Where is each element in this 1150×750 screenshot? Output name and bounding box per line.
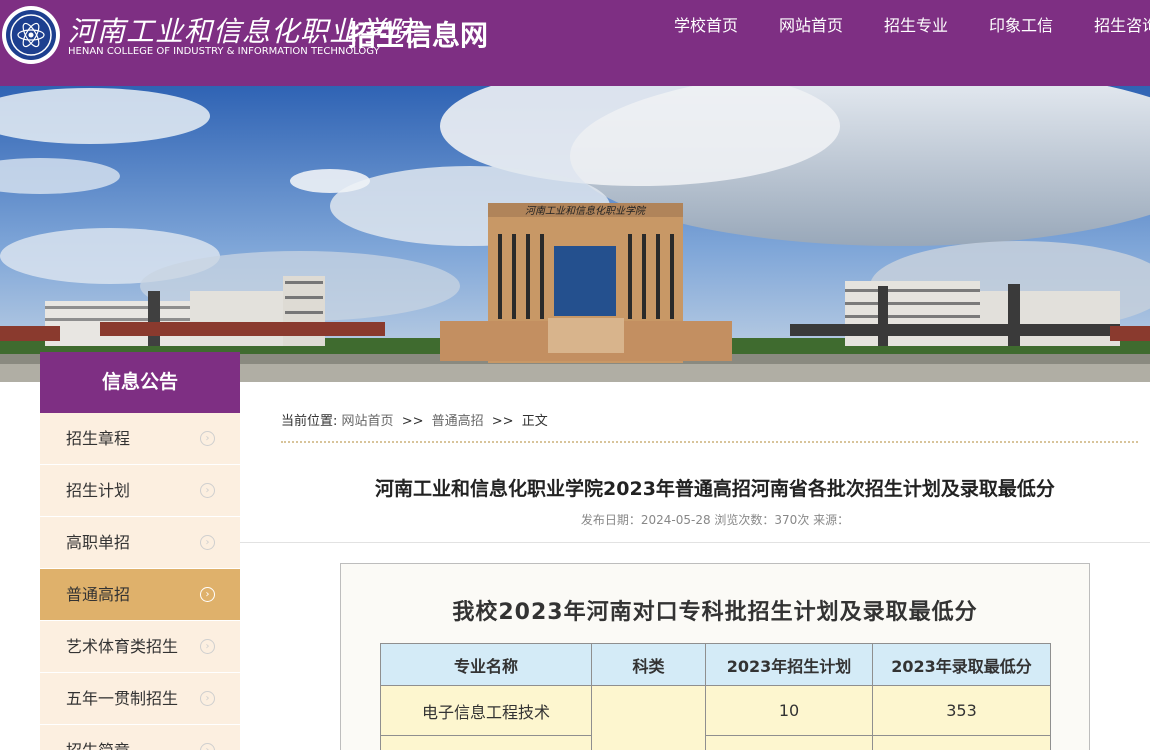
table-cell-major: 电子信息工程技术 <box>380 685 592 736</box>
sidebar-item-label: 招生简章 <box>66 741 130 750</box>
table-cell-plan <box>705 735 873 750</box>
sidebar-item-label: 艺术体育类招生 <box>66 637 179 656</box>
table-cell-plan: 10 <box>705 685 873 736</box>
admission-table-image: 我校2023年河南对口专科批招生计划及录取最低分 专业名称 科类 2023年招生… <box>340 563 1090 750</box>
table-header-min-score: 2023年录取最低分 <box>872 643 1051 686</box>
nav-site-home[interactable]: 网站首页 <box>779 12 843 35</box>
nav-consult[interactable]: 招生咨询 <box>1094 12 1150 35</box>
table-cell-min-score <box>872 735 1051 750</box>
sidebar-item-plan[interactable]: 招生计划 › <box>40 465 240 517</box>
sidebar-item-label: 高职单招 <box>66 533 131 552</box>
breadcrumb: 当前位置: 网站首页 >> 普通高招 >> 正文 <box>281 410 548 429</box>
breadcrumb-current: 正文 <box>521 414 548 429</box>
campus-banner-image: 河南工业和信息化职业学院 <box>0 86 1150 382</box>
table-cell-major <box>380 735 592 750</box>
table-header-row: 专业名称 科类 2023年招生计划 2023年录取最低分 <box>380 643 1051 686</box>
table-row <box>380 735 1051 750</box>
table-header-major: 专业名称 <box>380 643 592 686</box>
breadcrumb-separator: >> <box>401 414 424 429</box>
score-table: 专业名称 科类 2023年招生计划 2023年录取最低分 电子信息工程技术 10… <box>380 643 1051 750</box>
sidebar-item-label: 普通高招 <box>66 585 131 604</box>
site-header: 河南工业和信息化职业学院 HENAN COLLEGE OF INDUSTRY &… <box>0 0 1150 86</box>
article-divider <box>240 542 1150 543</box>
breadcrumb-home-link[interactable]: 网站首页 <box>342 414 394 429</box>
nav-impression[interactable]: 印象工信 <box>989 12 1053 35</box>
table-title: 我校2023年河南对口专科批招生计划及录取最低分 <box>452 600 978 625</box>
sidebar-item-art-sports[interactable]: 艺术体育类招生 › <box>40 621 240 673</box>
circle-chevron-right-icon: › <box>200 743 215 750</box>
circle-chevron-right-icon: › <box>200 587 215 602</box>
sidebar: 信息公告 招生章程 › 招生计划 › 高职单招 › 普通高招 › 艺术体育类招生… <box>40 352 240 750</box>
table-row: 电子信息工程技术 10 353 <box>380 685 1051 750</box>
circle-chevron-right-icon: › <box>200 691 215 706</box>
sidebar-item-label: 五年一贯制招生 <box>66 689 179 708</box>
breadcrumb-prefix: 当前位置: <box>281 414 338 429</box>
article-meta: 发布日期：2024-05-28 浏览次数：370次 来源： <box>580 513 850 527</box>
sidebar-item-five-year[interactable]: 五年一贯制招生 › <box>40 673 240 725</box>
table-cell-category <box>591 685 706 750</box>
nav-school-home[interactable]: 学校首页 <box>674 12 738 35</box>
article-title: 河南工业和信息化职业学院2023年普通高招河南省各批次招生计划及录取最低分 <box>375 478 1055 500</box>
circle-chevron-right-icon: › <box>200 431 215 446</box>
sidebar-item-label: 招生计划 <box>66 481 131 500</box>
sidebar-item-single-exam[interactable]: 高职单招 › <box>40 517 240 569</box>
main-nav: 学校首页 网站首页 招生专业 印象工信 招生咨询 <box>674 12 1150 35</box>
table-header-category: 科类 <box>591 643 706 686</box>
table-cell-min-score: 353 <box>872 685 1051 736</box>
circle-chevron-right-icon: › <box>200 483 215 498</box>
logo-english-name: HENAN COLLEGE OF INDUSTRY & INFORMATION … <box>68 46 380 57</box>
sidebar-item-general-admission[interactable]: 普通高招 › <box>40 569 240 621</box>
breadcrumb-divider <box>281 441 1138 443</box>
sidebar-item-label: 招生章程 <box>66 429 131 448</box>
nav-majors[interactable]: 招生专业 <box>884 12 948 35</box>
breadcrumb-separator: >> <box>491 414 514 429</box>
site-title: 招生信息网 <box>348 19 489 52</box>
banner-building-sign: 河南工业和信息化职业学院 <box>525 205 647 217</box>
circle-chevron-right-icon: › <box>200 535 215 550</box>
sidebar-title: 信息公告 <box>40 352 240 413</box>
table-header-plan: 2023年招生计划 <box>705 643 873 686</box>
sidebar-item-brochure[interactable]: 招生简章 › <box>40 725 240 750</box>
sidebar-item-charter[interactable]: 招生章程 › <box>40 413 240 465</box>
circle-chevron-right-icon: › <box>200 639 215 654</box>
college-emblem-icon[interactable] <box>2 6 60 64</box>
breadcrumb-section-link[interactable]: 普通高招 <box>432 414 484 429</box>
